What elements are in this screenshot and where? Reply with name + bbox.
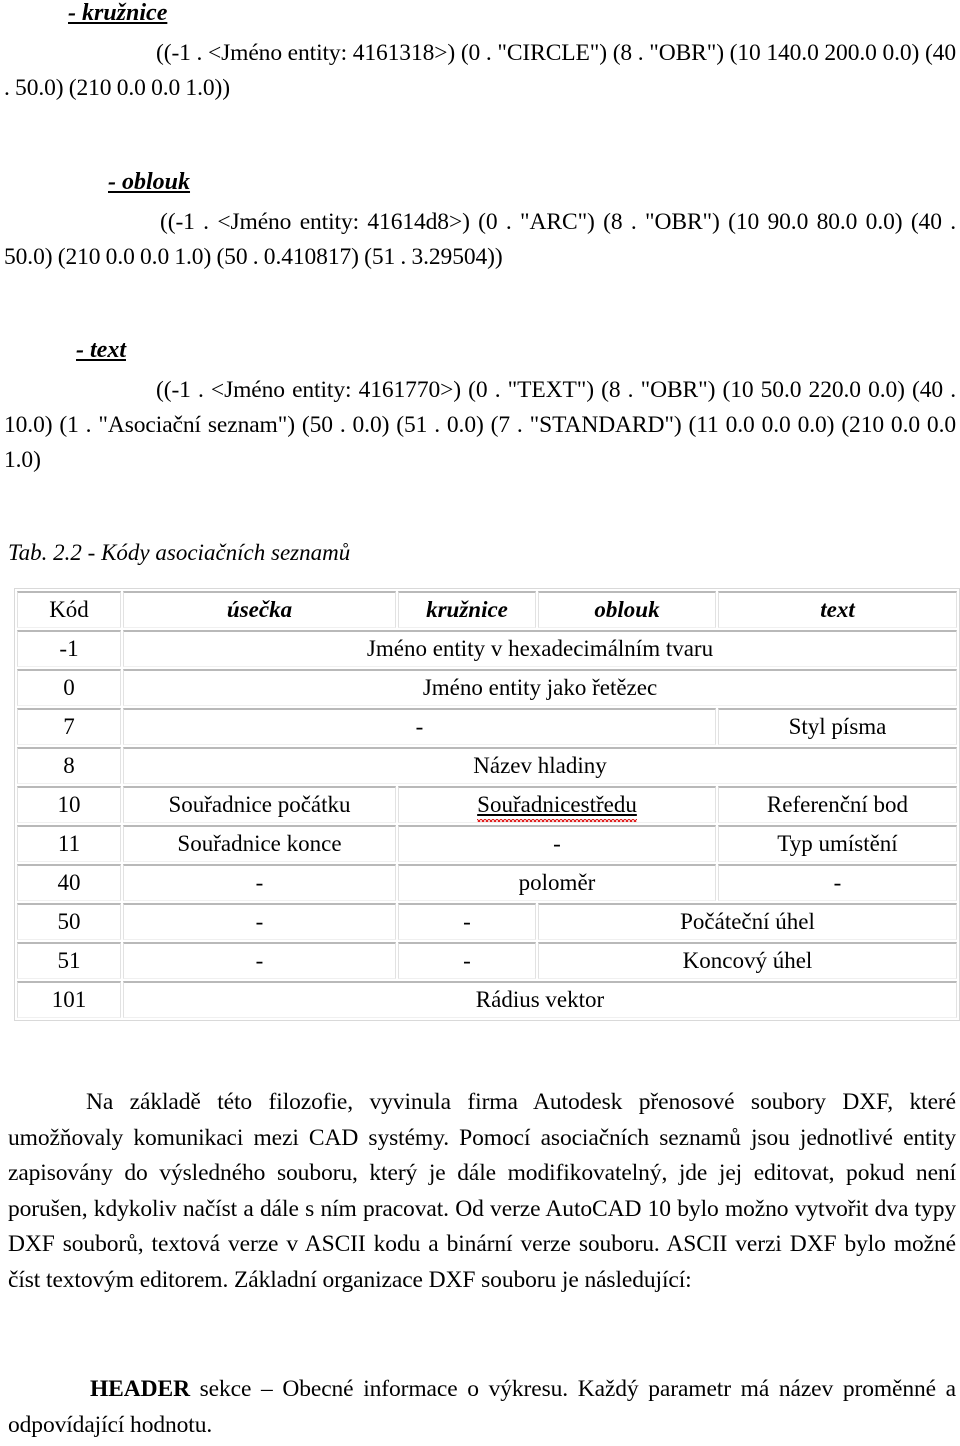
table-cell-value: - (123, 942, 396, 979)
table-cell-value: Koncový úhel (538, 942, 957, 979)
table-row: -1 Jméno entity v hexadecimálním tvaru (17, 630, 957, 667)
table-header-cell-text: text (718, 591, 957, 628)
table-row: 0 Jméno entity jako řetězec (17, 669, 957, 706)
table-header-cell-k-d: Kód (17, 591, 121, 628)
table-cell-value: Jméno entity v hexadecimálním tvaru (123, 630, 957, 667)
document-page: - kružnice ((-1 . <Jméno entity: 4161318… (0, 0, 960, 1446)
table-cell-code: 8 (17, 747, 121, 784)
table-cell-code: 0 (17, 669, 121, 706)
table-cell-value: Počáteční úhel (538, 903, 957, 940)
table-header-cell--se-ka: úsečka (123, 591, 396, 628)
table-cell-value: Souřadnicestředu (398, 786, 716, 823)
table-cell-value: Referenční bod (718, 786, 957, 823)
table-cell-code: 50 (17, 903, 121, 940)
codes-table: Kód úsečka kružnice oblouk text -1 Jméno entit… (14, 588, 960, 1021)
table-cell-value: - (123, 903, 396, 940)
table-cell-value: Rádius vektor (123, 981, 957, 1018)
code-block-circle: ((-1 . <Jméno entity: 4161318>) (0 . "CI… (4, 40, 956, 101)
table-row: 11 Souřadnice konce - Typ umístění (17, 825, 957, 862)
table-cell-value: Název hladiny (123, 747, 957, 784)
table-row: 10 Souřadnice počátku Souřadnicestředu Refe… (17, 786, 957, 823)
table-cell-code: 101 (17, 981, 121, 1018)
table-cell-code: 40 (17, 864, 121, 901)
table-header-cell-kru-nice: kružnice (398, 591, 536, 628)
table-cell-code: 11 (17, 825, 121, 862)
table-row: 7- Styl písma (17, 708, 957, 745)
table-cell-code: 7 (17, 708, 121, 745)
table-row: 50- - Počáteční úhel (17, 903, 957, 940)
table-cell-value: Jméno entity jako řetězec (123, 669, 957, 706)
heading-oblouk: - oblouk (108, 169, 191, 195)
table-cell-value: Souřadnice počátku (123, 786, 396, 823)
header-section-label: HEADER (90, 1376, 190, 1402)
paragraph-header-section: HEADER sekce – Obecné informace o výkres… (8, 1372, 956, 1443)
table-cell-value: Souřadnice konce (123, 825, 396, 862)
table-row: 101 Rádius vektor (17, 981, 957, 1018)
table-row: 40- poloměr - (17, 864, 957, 901)
table-cell-value: - (398, 903, 536, 940)
code-block-text: ((-1 . <Jméno entity: 4161770>) (0 . "TE… (4, 377, 956, 473)
table-caption: Tab. 2.2 - Kódy asociačních seznamů (8, 540, 351, 565)
heading-kruznice: - kružnice (68, 0, 168, 26)
table-cell-value: - (718, 864, 957, 901)
table-cell-value: - (398, 825, 716, 862)
table-header-cell-oblouk: oblouk (538, 591, 716, 628)
heading-text: - text (76, 337, 126, 363)
table-header-row: Kód úsečka kružnice oblouk text (17, 591, 957, 628)
table-row: 8 Název hladiny (17, 747, 957, 784)
table-cell-value: Styl písma (718, 708, 957, 745)
paragraph-main: Na základě této filozofie, vyvinula firm… (8, 1089, 956, 1293)
table-cell-value: poloměr (398, 864, 716, 901)
code-block-arc: ((-1 . <Jméno entity: 41614d8>) (0 . "AR… (4, 209, 956, 270)
table-cell-code: -1 (17, 630, 121, 667)
table-row: 51- - Koncový úhel (17, 942, 957, 979)
table-cell-value: - (123, 708, 716, 745)
table-cell-code: 10 (17, 786, 121, 823)
table-cell-value: - (398, 942, 536, 979)
table-cell-value: Typ umístění (718, 825, 957, 862)
codes-table-wrapper: Kód úsečka kružnice oblouk text -1 Jméno entit… (14, 588, 960, 1021)
spellcheck-underlined-text: Souřadnicestředu (477, 792, 637, 822)
table-cell-value: - (123, 864, 396, 901)
table-cell-code: 51 (17, 942, 121, 979)
